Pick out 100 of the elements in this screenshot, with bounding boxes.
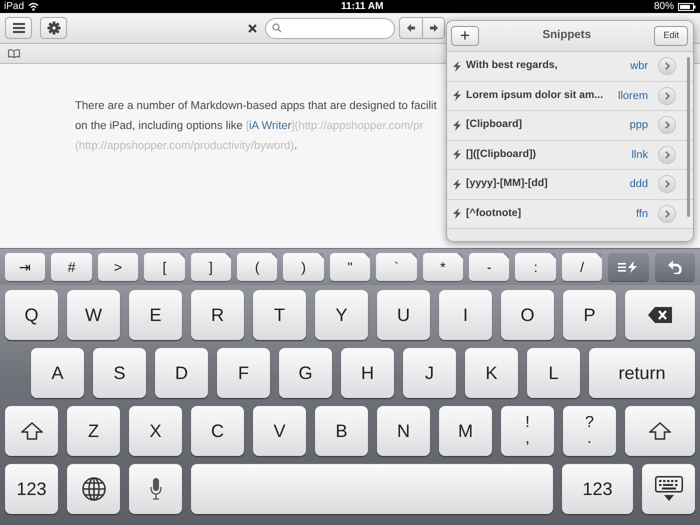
key[interactable]: ( (237, 253, 278, 281)
chevron-icon (664, 92, 670, 100)
snippets-key[interactable] (608, 253, 649, 281)
bolt-icon (453, 90, 461, 102)
status-time: 11:11 AM (341, 0, 384, 12)
snippet-abbreviation: llnk (631, 148, 648, 162)
lines-bolt-icon (618, 261, 638, 273)
add-button[interactable]: + (451, 26, 479, 46)
corner-mark (550, 253, 556, 259)
settings-button[interactable] (40, 17, 67, 39)
close-icon[interactable] (248, 24, 257, 32)
key[interactable]: E (129, 290, 182, 340)
snippet-text: [^footnote] (466, 206, 522, 221)
key[interactable]: Q (5, 290, 58, 340)
key[interactable]: Z (67, 406, 120, 456)
key[interactable]: F (217, 348, 270, 398)
snippet-row[interactable]: []([Clipboard]) llnk (447, 140, 693, 170)
microphone-icon (150, 478, 162, 500)
corner-mark (225, 253, 232, 259)
key[interactable]: O (501, 290, 554, 340)
chevron-icon (664, 150, 670, 159)
wifi-icon (28, 2, 40, 11)
backspace-key[interactable] (625, 290, 695, 340)
undo-key[interactable] (654, 253, 696, 281)
key[interactable]: S (93, 348, 146, 398)
settings-icon (46, 21, 60, 35)
search-field[interactable] (265, 18, 395, 38)
paragraph-line: There are a number of Markdown-based apps that are designed to facilit (75, 99, 437, 114)
detail-button[interactable] (659, 88, 675, 104)
key[interactable]: K (465, 348, 518, 398)
menu-button[interactable] (5, 17, 32, 39)
detail-button[interactable] (659, 117, 675, 134)
key[interactable]: ` (376, 253, 417, 281)
detail-button[interactable] (659, 146, 675, 163)
globe-key[interactable] (67, 464, 120, 514)
key[interactable]: P (563, 290, 616, 340)
search-icon (272, 23, 282, 33)
key[interactable]: ? . (563, 406, 616, 456)
key[interactable]: N (377, 406, 430, 456)
snippet-row[interactable]: Lorem ipsum dolor sit am... llorem (447, 82, 693, 111)
key[interactable]: T (253, 290, 306, 340)
snippet-row[interactable]: With best regards, wbr (447, 52, 693, 82)
key[interactable]: 123 (562, 464, 633, 514)
snippet-abbreviation: ddd (630, 177, 648, 192)
key[interactable]: R (191, 290, 244, 340)
key[interactable]: Y (315, 290, 368, 340)
key[interactable]: return (589, 348, 695, 398)
shift-key[interactable] (625, 406, 695, 456)
key[interactable]: B (315, 406, 368, 456)
key[interactable]: M (439, 406, 492, 456)
bolt-icon (453, 178, 461, 190)
dictation-key[interactable] (129, 464, 182, 514)
detail-button[interactable] (659, 206, 675, 222)
snippet-row[interactable]: [Clipboard] ppp (447, 111, 693, 140)
key[interactable]: A (31, 348, 84, 398)
key[interactable]: G (279, 348, 332, 398)
corner-mark (318, 253, 324, 259)
shift-key[interactable] (5, 406, 58, 456)
key[interactable]: : (515, 253, 556, 281)
hide-keyboard-key[interactable] (642, 464, 695, 514)
key[interactable]: # (51, 253, 92, 281)
next-button[interactable] (422, 18, 444, 38)
key[interactable]: J (403, 348, 456, 398)
key[interactable]: ) (283, 253, 324, 281)
key[interactable]: L (527, 348, 580, 398)
edit-button[interactable]: Edit (654, 26, 688, 46)
key[interactable]: " (330, 253, 370, 281)
key[interactable]: H (341, 348, 394, 398)
snippet-text: [Clipboard] (466, 117, 523, 132)
chevron-icon (664, 121, 670, 130)
previous-button[interactable] (400, 18, 422, 38)
bolt-icon (453, 149, 461, 160)
key[interactable]: C (191, 406, 244, 456)
key[interactable]: ] (190, 253, 232, 281)
corner-mark (364, 253, 370, 259)
corner-mark (410, 253, 417, 259)
key[interactable]: [ (144, 253, 185, 281)
snippet-row[interactable]: [yyyy]-[MM]-[dd] ddd (447, 170, 693, 200)
key[interactable]: X (129, 406, 182, 456)
key[interactable]: V (253, 406, 306, 456)
detail-button[interactable] (659, 176, 675, 192)
key[interactable]: / (562, 253, 602, 281)
key[interactable]: ⇥ (5, 253, 46, 281)
key[interactable]: 123 (5, 464, 58, 514)
bolt-icon (453, 60, 461, 72)
corner-mark (596, 253, 602, 259)
detail-button[interactable] (659, 58, 675, 74)
snippet-text: Lorem ipsum dolor sit am... (466, 88, 604, 103)
key[interactable]: ! , (501, 406, 554, 456)
paragraph-line: (http://appshopper.com/productivity/byword). (75, 139, 298, 154)
key[interactable]: U (377, 290, 430, 340)
key[interactable]: W (67, 290, 120, 340)
snippet-abbreviation: ffn (636, 206, 648, 222)
book-icon[interactable] (8, 49, 20, 58)
key[interactable]: * (422, 253, 464, 281)
key[interactable]: > (98, 253, 138, 281)
key[interactable]: I (439, 290, 492, 340)
snippet-row[interactable]: [^footnote] ffn (447, 200, 693, 229)
key[interactable]: - (469, 253, 510, 281)
key[interactable]: D (155, 348, 208, 398)
